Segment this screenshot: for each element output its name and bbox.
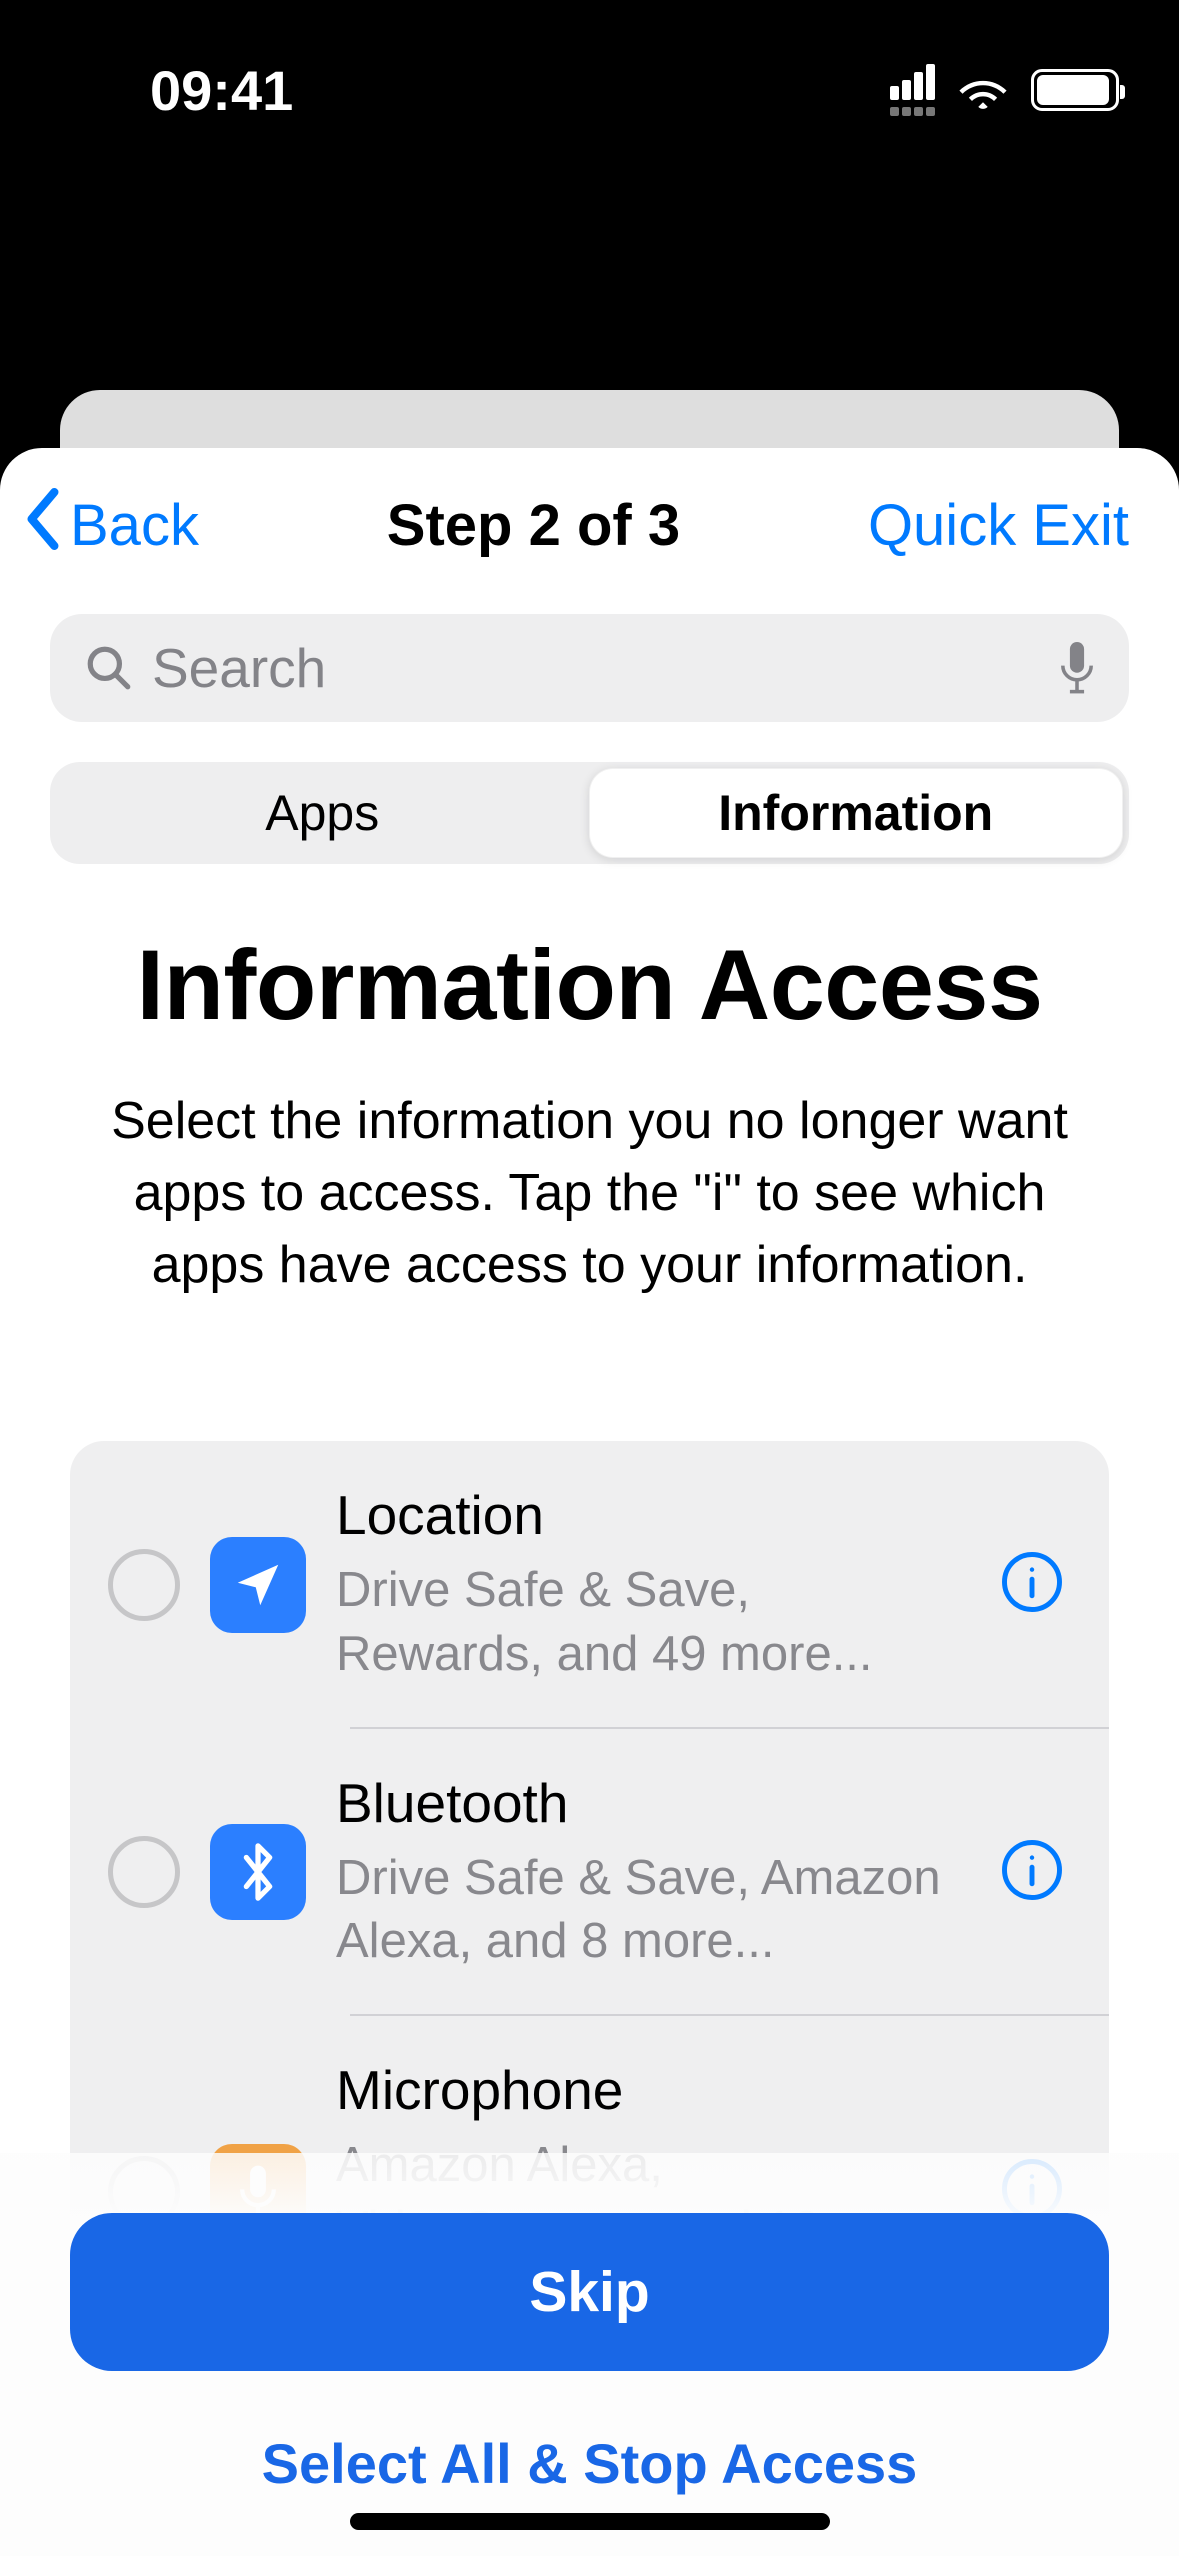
tab-information[interactable]: Information — [589, 768, 1124, 858]
location-icon — [210, 1537, 306, 1633]
tab-apps[interactable]: Apps — [56, 768, 589, 858]
item-title: Microphone — [336, 2058, 969, 2122]
select-all-button[interactable]: Select All & Stop Access — [70, 2431, 1109, 2496]
status-time: 09:41 — [150, 58, 293, 123]
info-button[interactable] — [999, 1837, 1065, 1908]
header-section: Information Access Select the informatio… — [0, 914, 1179, 1341]
item-title: Location — [336, 1483, 969, 1547]
search-input[interactable]: Search — [50, 614, 1129, 722]
sheet-modal: Back Step 2 of 3 Quick Exit Search Apps … — [0, 448, 1179, 2556]
section-title: Information Access — [80, 928, 1099, 1042]
bottom-bar: Skip Select All & Stop Access — [0, 2153, 1179, 2556]
segmented-control: Apps Information — [50, 762, 1129, 864]
item-title: Bluetooth — [336, 1771, 969, 1835]
navigation-bar: Back Step 2 of 3 Quick Exit — [0, 448, 1179, 614]
list-item-bluetooth[interactable]: Bluetooth Drive Safe & Save, Amazon Alex… — [70, 1729, 1109, 2016]
search-placeholder: Search — [152, 636, 1041, 700]
radio-button[interactable] — [108, 1549, 180, 1621]
section-subtitle: Select the information you no longer wan… — [80, 1086, 1099, 1301]
status-indicators — [890, 64, 1119, 116]
quick-exit-button[interactable]: Quick Exit — [868, 492, 1129, 559]
list-item-location[interactable]: Location Drive Safe & Save, Rewards, and… — [70, 1441, 1109, 1728]
status-bar: 09:41 — [0, 0, 1179, 180]
bluetooth-icon — [210, 1824, 306, 1920]
cellular-signal-icon — [890, 64, 935, 116]
search-icon — [84, 643, 134, 693]
battery-icon — [1031, 69, 1119, 111]
back-button[interactable]: Back — [24, 488, 199, 562]
home-indicator[interactable] — [350, 2513, 830, 2530]
skip-button[interactable]: Skip — [70, 2213, 1109, 2371]
item-subtitle: Drive Safe & Save, Amazon Alexa, and 8 m… — [336, 1847, 969, 1974]
info-button[interactable] — [999, 1549, 1065, 1620]
wifi-icon — [955, 70, 1011, 110]
chevron-left-icon — [24, 488, 64, 562]
microphone-icon[interactable] — [1059, 642, 1095, 694]
radio-button[interactable] — [108, 1836, 180, 1908]
page-title: Step 2 of 3 — [387, 492, 680, 559]
item-subtitle: Drive Safe & Save, Rewards, and 49 more.… — [336, 1559, 969, 1686]
back-label: Back — [70, 492, 199, 559]
